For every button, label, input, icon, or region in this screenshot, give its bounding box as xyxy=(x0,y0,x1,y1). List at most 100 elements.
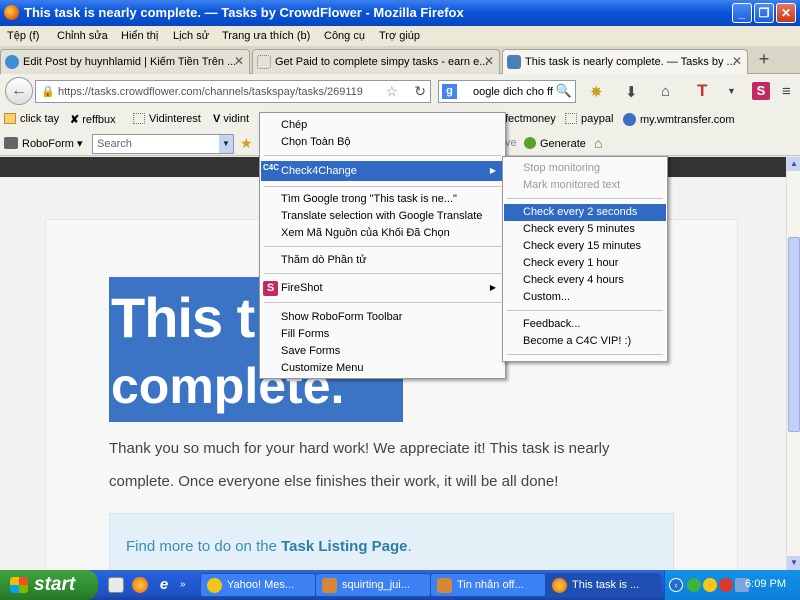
home-icon[interactable]: ⌂ xyxy=(594,135,602,151)
chevron-down-icon[interactable]: ▼ xyxy=(727,86,736,96)
generate-button[interactable]: Generate xyxy=(524,137,586,150)
reload-icon[interactable]: ↻ xyxy=(414,83,426,100)
bookmark-vidint[interactable]: Vvidint xyxy=(213,113,249,125)
menu-item-custom[interactable]: Custom... xyxy=(504,289,666,306)
tab-close-icon[interactable]: ✕ xyxy=(234,54,244,68)
taskbar-button-yahoo[interactable]: Yahoo! Mes... xyxy=(200,573,316,597)
task-listing-link[interactable]: Task Listing Page xyxy=(281,538,407,555)
bookmark-perfectmoney[interactable]: fectmoney xyxy=(505,113,556,125)
close-button[interactable]: ✕ xyxy=(776,3,796,23)
roboform-logo[interactable]: RoboForm ▾ xyxy=(4,137,83,150)
firefox-icon xyxy=(552,578,567,593)
menu-separator xyxy=(264,155,501,156)
maximize-button[interactable]: ❐ xyxy=(754,3,774,23)
menu-separator xyxy=(264,186,501,187)
chevron-down-icon[interactable]: ▼ xyxy=(219,135,233,153)
navigation-bar: ← 🔒 https://tasks.crowdflower.com/channe… xyxy=(0,74,800,108)
search-input[interactable]: g oogle dich cho ff 🔍 xyxy=(438,80,576,103)
tab-close-icon[interactable]: ✕ xyxy=(484,54,494,68)
roboform-search-input[interactable]: Search ▼ xyxy=(92,134,234,154)
menu-separator xyxy=(507,354,663,355)
menu-edit[interactable]: Chỉnh sửa xyxy=(57,30,108,42)
tray-expand-icon[interactable]: ‹ xyxy=(669,578,683,592)
menu-view[interactable]: Hiển thị xyxy=(121,30,158,42)
taskbar-button-firefox[interactable]: This task is ... xyxy=(545,573,661,597)
menu-item-check-1h[interactable]: Check every 1 hour xyxy=(504,255,666,272)
addon-icon[interactable]: ✸ xyxy=(590,83,603,101)
bookmark-click-tay[interactable]: click tay xyxy=(4,113,59,125)
bookmark-vidinterest[interactable]: Vidinterest xyxy=(133,113,201,125)
blank-page-icon xyxy=(133,113,145,124)
google-icon[interactable]: g xyxy=(442,84,457,99)
tray-check-icon[interactable] xyxy=(687,578,701,592)
download-icon[interactable]: ⬇ xyxy=(625,83,638,101)
taskbar-button-tin-nhan[interactable]: Tin nhắn off... xyxy=(430,573,546,597)
menu-item-save-forms[interactable]: Save Forms xyxy=(261,343,504,360)
tab-task-complete[interactable]: This task is nearly complete. — Tasks by… xyxy=(502,49,748,75)
bookmark-reffbux[interactable]: ✘ reffbux xyxy=(70,113,116,126)
yahoo-smiley-icon xyxy=(207,578,222,593)
menu-item-check-4h[interactable]: Check every 4 hours xyxy=(504,272,666,289)
menu-item-view-source[interactable]: Xem Mã Nguồn của Khối Đã Chọn xyxy=(261,225,504,242)
menu-item-check-15m[interactable]: Check every 15 minutes xyxy=(504,238,666,255)
quick-launch-ie-icon[interactable]: e xyxy=(156,577,172,593)
tab-close-icon[interactable]: ✕ xyxy=(732,54,742,68)
menu-icon[interactable]: ≡ xyxy=(782,83,791,100)
roboform-truncated-item[interactable]: ve xyxy=(505,137,517,149)
back-button[interactable]: ← xyxy=(5,77,33,105)
title-bar: This task is nearly complete. — Tasks by… xyxy=(0,0,800,26)
tray-yahoo-icon[interactable] xyxy=(703,578,717,592)
menu-bookmarks[interactable]: Trang ưa thích (b) xyxy=(222,30,310,42)
menu-item-check-2s[interactable]: Check every 2 seconds xyxy=(504,204,666,221)
clock[interactable]: 6:09 PM xyxy=(745,578,786,590)
menu-item-vip[interactable]: Become a C4C VIP! :) xyxy=(504,333,666,350)
fireshot-icon[interactable]: S xyxy=(752,82,770,100)
blank-page-icon xyxy=(565,113,577,124)
menu-item-fill-forms[interactable]: Fill Forms xyxy=(261,326,504,343)
bookmark-paypal[interactable]: paypal xyxy=(565,113,613,125)
menu-item-google-search[interactable]: Tìm Google trong "This task is ne..." xyxy=(261,191,504,208)
system-tray: ‹ 6:09 PM xyxy=(664,570,800,600)
minimize-button[interactable]: _ xyxy=(732,3,752,23)
menu-item-stop-monitoring: Stop monitoring xyxy=(523,162,601,174)
menu-item-inspect[interactable]: Thăm dò Phần tử xyxy=(261,252,504,269)
tab-strip: Edit Post by huynhlamid | Kiếm Tiền Trên… xyxy=(0,46,800,75)
scroll-down-icon[interactable]: ▼ xyxy=(787,556,800,570)
search-icon[interactable]: 🔍 xyxy=(556,83,572,99)
tab-get-paid[interactable]: Get Paid to complete simpy tasks - earn … xyxy=(252,49,500,74)
menu-item-fireshot[interactable]: S FireShot ▶ xyxy=(261,280,504,297)
paint-icon xyxy=(322,578,337,593)
vertical-scrollbar[interactable]: ▲ ▼ xyxy=(786,157,800,570)
tray-shield-icon[interactable] xyxy=(719,578,733,592)
bookmark-wmtransfer[interactable]: my.wmtransfer.com xyxy=(623,113,735,126)
new-tab-button[interactable]: + xyxy=(752,50,776,70)
menu-item-feedback[interactable]: Feedback... xyxy=(504,316,666,333)
menu-file[interactable]: Tệp (f) xyxy=(7,30,39,42)
scroll-up-icon[interactable]: ▲ xyxy=(787,157,800,171)
translate-t-icon[interactable]: T xyxy=(697,81,707,101)
home-icon[interactable]: ⌂ xyxy=(661,83,670,100)
scroll-thumb[interactable] xyxy=(788,237,800,432)
menu-item-check-5m[interactable]: Check every 5 minutes xyxy=(504,221,666,238)
menu-item-customize-menu[interactable]: Customize Menu xyxy=(261,360,504,377)
menu-history[interactable]: Lịch sử xyxy=(173,30,209,42)
menu-item-select-all[interactable]: Chọn Toàn Bộ xyxy=(261,134,504,151)
check4change-submenu: Stop monitoring Mark monitored text Chec… xyxy=(502,156,668,362)
quick-launch-notepad-icon[interactable] xyxy=(108,577,124,593)
url-bar[interactable]: 🔒 https://tasks.crowdflower.com/channels… xyxy=(35,80,431,103)
quick-launch-firefox-icon[interactable] xyxy=(132,577,148,593)
windows-flag-icon xyxy=(10,577,28,593)
menu-tools[interactable]: Công cụ xyxy=(324,30,365,42)
menu-help[interactable]: Trợ giúp xyxy=(379,30,420,42)
star-icon[interactable]: ★ xyxy=(240,135,253,152)
start-button[interactable]: start xyxy=(0,570,98,600)
bookmark-star-icon[interactable]: ☆ xyxy=(385,83,398,100)
menu-separator xyxy=(507,198,663,199)
menu-item-show-roboform[interactable]: Show RoboForm Toolbar xyxy=(261,309,504,326)
quick-launch-more-icon[interactable]: » xyxy=(180,577,196,593)
taskbar-button-squirting[interactable]: squirting_jui... xyxy=(315,573,431,597)
menu-item-translate[interactable]: Translate selection with Google Translat… xyxy=(261,208,504,225)
menu-item-check4change[interactable]: C4C Check4Change ▶ xyxy=(261,161,504,181)
menu-item-copy[interactable]: Chép xyxy=(261,117,504,134)
tab-edit-post[interactable]: Edit Post by huynhlamid | Kiếm Tiền Trên… xyxy=(0,49,250,74)
